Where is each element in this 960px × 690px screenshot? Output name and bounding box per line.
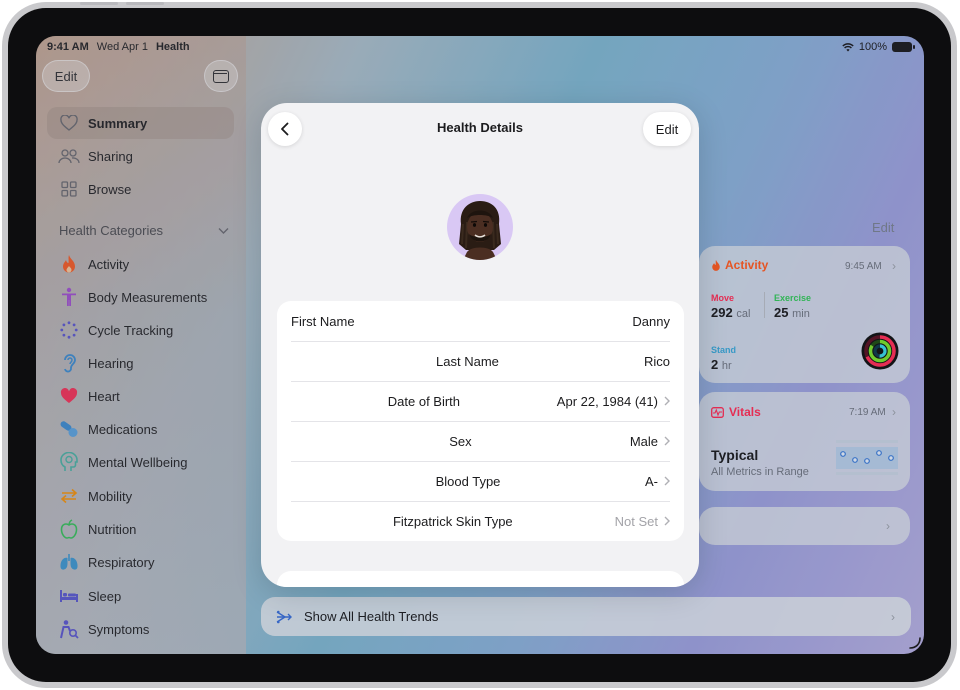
move-label: Move: [711, 293, 735, 303]
activity-rings: [861, 332, 899, 370]
row-value: Not Set: [614, 513, 658, 529]
row-label: Sex: [449, 433, 472, 449]
detail-row-first-name[interactable]: First Name Danny: [291, 301, 670, 341]
wifi-icon: [842, 43, 854, 52]
detail-row-last-name[interactable]: Last Name Rico: [291, 341, 670, 381]
chevron-right-icon: [664, 436, 670, 446]
row-separator: [291, 461, 670, 462]
divider: [764, 292, 765, 318]
detail-row-sex[interactable]: Sex Male: [291, 421, 670, 461]
row-label: Date of Birth: [387, 393, 461, 409]
row-label: First Name: [291, 313, 355, 329]
activity-card[interactable]: Activity 9:45 AM › Move 292 cal Exercise…: [699, 246, 910, 383]
vitals-title: Vitals: [729, 405, 761, 419]
avatar[interactable]: [447, 194, 513, 260]
sidebar-dim-overlay: [36, 36, 246, 654]
details-list: First Name Danny Last Name Rico Date of …: [277, 301, 684, 541]
exercise-label: Exercise: [774, 293, 812, 303]
chevron-right-icon: [664, 396, 670, 406]
chevron-right-icon: ›: [891, 609, 895, 624]
trends-icon: [276, 610, 292, 623]
row-label: Blood Type: [435, 473, 501, 489]
row-value: Rico: [643, 353, 670, 369]
battery-percent: 100%: [858, 41, 887, 53]
activity-time: 9:45 AM: [845, 261, 882, 272]
resize-handle-icon: [909, 637, 921, 649]
vitals-status: Typical: [711, 447, 759, 463]
move-unit: cal: [736, 308, 751, 320]
row-separator: [291, 501, 670, 502]
row-separator: [291, 421, 670, 422]
row-value: Danny: [632, 313, 670, 329]
chevron-right-icon: ›: [892, 259, 896, 273]
vitals-time: 7:19 AM: [849, 407, 886, 418]
move-value: 292: [711, 305, 733, 320]
battery-icon: [892, 42, 915, 52]
detail-row-fitzpatrick-skin-type[interactable]: Fitzpatrick Skin Type Not Set: [291, 501, 670, 541]
row-value: Male: [629, 433, 658, 449]
row-value: Apr 22, 1984 (41): [556, 393, 658, 409]
content-card[interactable]: ›: [699, 507, 910, 545]
exercise-unit: min: [792, 308, 810, 320]
row-value: A-: [645, 473, 658, 489]
edit-button[interactable]: Edit: [643, 112, 691, 146]
exercise-value: 25: [774, 305, 789, 320]
stand-label: Stand: [711, 345, 737, 355]
memoji-avatar: [459, 201, 501, 260]
chevron-right-icon: [664, 516, 670, 526]
row-label: Fitzpatrick Skin Type: [392, 513, 513, 529]
screen: 9:41 AM Wed Apr 1 Health 100% Edit Summa…: [36, 36, 924, 654]
chevron-right-icon: ›: [892, 405, 896, 419]
detail-row-blood-type[interactable]: Blood Type A-: [291, 461, 670, 501]
health-details-sheet: Health Details Edit First Name Danny Las…: [261, 103, 699, 587]
summary-edit-button[interactable]: Edit: [872, 220, 894, 235]
vitals-subtitle: All Metrics in Range: [711, 466, 809, 478]
additional-details-card[interactable]: [277, 571, 684, 587]
stand-unit: hr: [721, 360, 732, 372]
flame-icon: [712, 259, 720, 271]
chevron-right-icon: [664, 476, 670, 486]
row-separator: [291, 381, 670, 382]
volume-button: [126, 2, 164, 5]
vitals-icon: [711, 406, 724, 418]
show-all-trends-row[interactable]: Show All Health Trends ›: [261, 597, 911, 636]
row-label: Last Name: [436, 353, 499, 369]
stand-value: 2: [711, 357, 719, 372]
vitals-card[interactable]: Vitals 7:19 AM › Typical All Metrics in …: [699, 392, 910, 491]
sheet-title: Health Details: [437, 120, 523, 135]
detail-row-date-of-birth[interactable]: Date of Birth Apr 22, 1984 (41): [291, 381, 670, 421]
trends-label: Show All Health Trends: [304, 609, 439, 624]
vitals-range-chart: [836, 440, 898, 475]
volume-button: [80, 2, 118, 5]
activity-title: Activity: [725, 258, 769, 272]
chevron-right-icon: ›: [886, 519, 890, 533]
row-separator: [291, 341, 670, 342]
